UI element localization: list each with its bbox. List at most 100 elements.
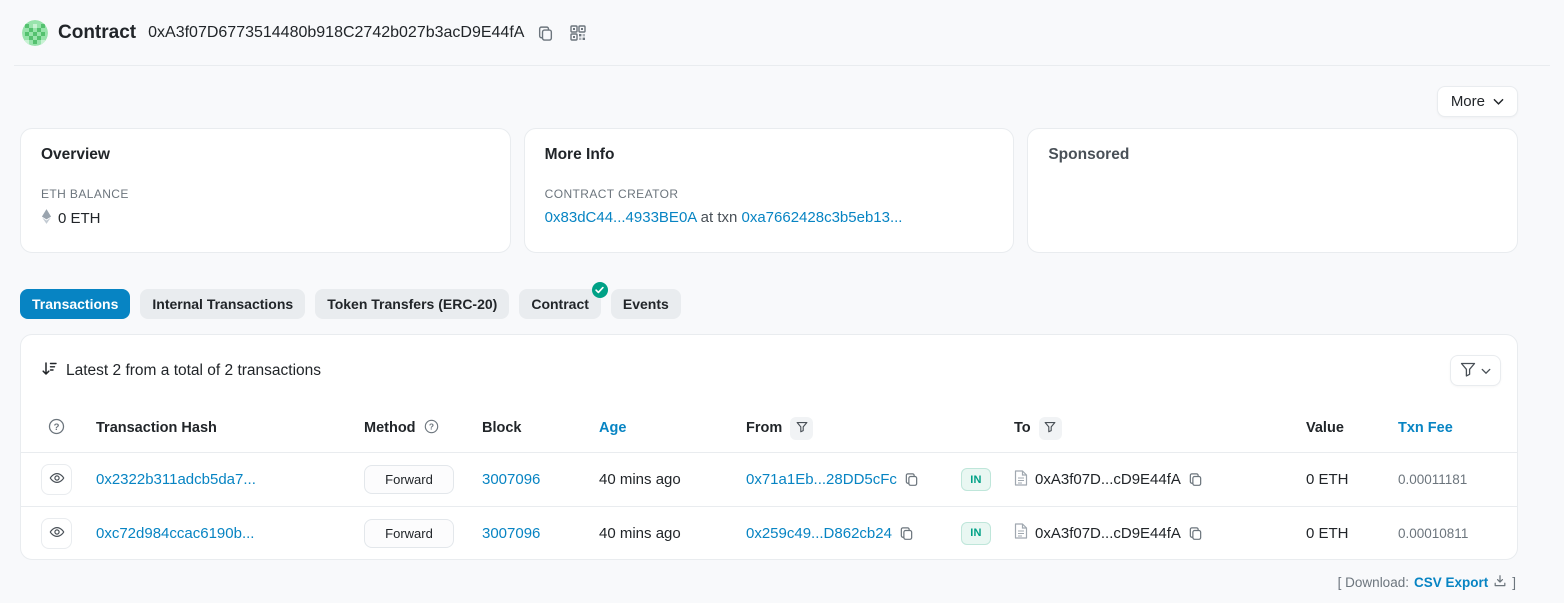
- tx-preview-button[interactable]: [41, 464, 72, 495]
- method-badge[interactable]: Forward: [364, 465, 454, 494]
- tx-hash-link[interactable]: 0xc72d984ccac6190b...: [96, 525, 254, 542]
- col-header-age-toggle[interactable]: Age: [599, 420, 746, 436]
- col-header-to: To: [1006, 417, 1281, 440]
- tab-transactions[interactable]: Transactions: [20, 289, 130, 319]
- transactions-panel-header: Latest 2 from a total of 2 transactions: [21, 335, 1517, 404]
- txn-fee-cell: 0.00011181: [1398, 472, 1467, 487]
- contract-creator-label: CONTRACT CREATOR: [545, 187, 994, 201]
- copy-to-address-button[interactable]: [1188, 526, 1203, 541]
- copy-from-address-button[interactable]: [899, 526, 914, 541]
- page-title: Contract: [58, 22, 136, 44]
- transactions-summary: Latest 2 from a total of 2 transactions: [41, 360, 321, 382]
- contract-identicon-avatar: [22, 20, 48, 46]
- more-info-card: More Info CONTRACT CREATOR 0x83dC44...49…: [524, 128, 1015, 253]
- csv-export-link[interactable]: CSV Export: [1414, 575, 1488, 590]
- table-filter-button[interactable]: [1450, 355, 1501, 386]
- page-header: Contract 0xA3f07D6773514480b918C2742b027…: [14, 0, 1550, 66]
- txn-fee-cell: 0.00010811: [1398, 526, 1468, 541]
- actions-row: More: [20, 86, 1518, 117]
- tab-internal-transactions[interactable]: Internal Transactions: [140, 289, 305, 319]
- filter-funnel-icon: [1460, 362, 1476, 380]
- copy-address-button[interactable]: [534, 22, 557, 45]
- contract-file-icon: [1014, 523, 1028, 543]
- download-suffix-text: ]: [1512, 575, 1516, 590]
- method-badge[interactable]: Forward: [364, 519, 454, 548]
- block-link[interactable]: 3007096: [482, 471, 540, 488]
- age-cell: 40 mins ago: [599, 525, 746, 542]
- col-header-to-label: To: [1014, 420, 1031, 436]
- verified-check-icon: [592, 282, 608, 298]
- download-row: [ Download: CSV Export ]: [20, 574, 1516, 591]
- eye-icon: [49, 524, 65, 543]
- col-header-txn-fee-toggle[interactable]: Txn Fee: [1381, 420, 1497, 436]
- eth-balance-value: 0 ETH: [58, 210, 101, 227]
- qr-code-button[interactable]: [567, 22, 589, 44]
- col-header-from: From: [746, 417, 946, 440]
- tx-preview-cell: [41, 518, 96, 549]
- transactions-summary-text: Latest 2 from a total of 2 transactions: [66, 362, 321, 380]
- filter-funnel-icon: [1044, 421, 1056, 436]
- from-filter-button[interactable]: [790, 417, 813, 440]
- from-address-link[interactable]: 0x259c49...D862cb24: [746, 525, 892, 542]
- to-address-text: 0xA3f07D...cD9E44fA: [1035, 471, 1181, 488]
- more-dropdown-label: More: [1451, 93, 1485, 110]
- value-cell: 0 ETH: [1281, 471, 1381, 488]
- block-link[interactable]: 3007096: [482, 525, 540, 542]
- table-header-row: ? Transaction Hash Method ? Block Age Fr…: [21, 404, 1517, 453]
- tab-events-label: Events: [623, 296, 669, 312]
- contract-address: 0xA3f07D6773514480b918C2742b027b3acD9E44…: [148, 24, 524, 42]
- copy-icon: [904, 472, 919, 487]
- eth-balance-label: ETH BALANCE: [41, 187, 490, 201]
- tab-contract[interactable]: Contract: [519, 289, 601, 319]
- tab-transactions-label: Transactions: [32, 296, 118, 312]
- overview-card: Overview ETH BALANCE 0 ETH: [20, 128, 511, 253]
- copy-from-address-button[interactable]: [904, 472, 919, 487]
- sponsored-card-title: Sponsored: [1048, 146, 1497, 164]
- tx-hash-link[interactable]: 0x2322b311adcb5da7...: [96, 471, 256, 488]
- copy-to-address-button[interactable]: [1188, 472, 1203, 487]
- col-header-block: Block: [482, 420, 599, 436]
- summary-cards: Overview ETH BALANCE 0 ETH More Info CON…: [20, 128, 1518, 253]
- creator-txn-link[interactable]: 0xa7662428c3b5eb13...: [742, 209, 903, 226]
- chevron-down-icon: [1481, 363, 1491, 378]
- more-dropdown-button[interactable]: More: [1437, 86, 1518, 117]
- tab-contract-label: Contract: [531, 296, 589, 312]
- value-cell: 0 ETH: [1281, 525, 1381, 542]
- svg-text:?: ?: [53, 421, 59, 432]
- col-header-transaction-hash: Transaction Hash: [96, 420, 364, 436]
- eye-icon: [49, 470, 65, 489]
- sponsored-card: Sponsored: [1027, 128, 1518, 253]
- question-circle-icon[interactable]: ?: [424, 419, 439, 438]
- sort-icon: [41, 360, 58, 382]
- tab-internal-transactions-label: Internal Transactions: [152, 296, 293, 312]
- from-address-link[interactable]: 0x71a1Eb...28DD5cFc: [746, 471, 897, 488]
- transactions-panel: Latest 2 from a total of 2 transactions: [20, 334, 1518, 560]
- col-header-from-label: From: [746, 420, 782, 436]
- eth-diamond-icon: [41, 209, 52, 228]
- table-row: 0xc72d984ccac6190b... Forward 3007096 40…: [21, 506, 1517, 559]
- creator-address-link[interactable]: 0x83dC44...4933BE0A: [545, 209, 697, 226]
- copy-icon: [1188, 472, 1203, 487]
- tx-preview-cell: [41, 464, 96, 495]
- row-help-header[interactable]: ?: [41, 418, 71, 439]
- filter-funnel-icon: [796, 421, 808, 436]
- tab-bar: Transactions Internal Transactions Token…: [20, 289, 1544, 319]
- table-row: 0x2322b311adcb5da7... Forward 3007096 40…: [21, 453, 1517, 506]
- download-icon: [1493, 574, 1507, 591]
- col-header-method-label: Method: [364, 420, 416, 436]
- contract-creator-line: 0x83dC44...4933BE0A at txn 0xa7662428c3b…: [545, 209, 994, 226]
- col-header-value: Value: [1281, 420, 1381, 436]
- to-address-text: 0xA3f07D...cD9E44fA: [1035, 525, 1181, 542]
- overview-card-title: Overview: [41, 146, 490, 164]
- tab-token-transfers-label: Token Transfers (ERC-20): [327, 296, 497, 312]
- direction-in-badge: IN: [961, 522, 991, 545]
- download-prefix-text: [ Download:: [1338, 575, 1409, 590]
- tab-token-transfers[interactable]: Token Transfers (ERC-20): [315, 289, 509, 319]
- contract-file-icon: [1014, 470, 1028, 490]
- question-circle-icon: ?: [48, 418, 65, 439]
- tab-events[interactable]: Events: [611, 289, 681, 319]
- creator-connector-text: at txn: [701, 209, 738, 226]
- more-info-card-title: More Info: [545, 146, 994, 164]
- tx-preview-button[interactable]: [41, 518, 72, 549]
- to-filter-button[interactable]: [1039, 417, 1062, 440]
